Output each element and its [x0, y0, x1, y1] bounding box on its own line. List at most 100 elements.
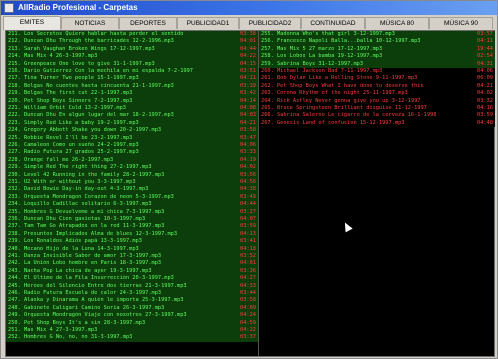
track-duration: 04:38: [240, 186, 256, 193]
playlist-row[interactable]: 219. Belgas The first cut 22-1-1997.mp3 0…: [6, 90, 258, 98]
playlist-row[interactable]: 220. Pet Shop Boys Sinners 7-2-1997.mp3 0…: [6, 97, 258, 105]
playlist-row[interactable]: 236. Duncan Dhu Cien gaviotas 10-3-1997.…: [6, 216, 258, 224]
playlist-row[interactable]: 213. Sarah Vaughan Broken Wings 17-12-19…: [6, 45, 258, 54]
track-duration: 04:19: [240, 156, 256, 163]
track-title: 241. Danza Invisible Sabor de amor 17-3-…: [8, 253, 162, 259]
playlist-row[interactable]: 242. La Unión Lobo hombre en París 18-3-…: [6, 260, 258, 268]
playlist-row[interactable]: 224. Gregory Abbott Shake you down 20-2-…: [6, 127, 258, 135]
track-duration: 03:33: [240, 149, 256, 156]
track-duration: 04:21: [240, 119, 256, 126]
playlist-row[interactable]: 231. U2 With or without you 3-3-1997.mp3…: [6, 179, 258, 187]
tab-publicidad1[interactable]: PUBLICIDAD1: [177, 17, 239, 29]
app-icon: [4, 3, 14, 13]
playlist-row[interactable]: 228. Orange fall me 26-2-1997.mp3 04:19: [6, 156, 258, 165]
playlist-row[interactable]: 227. Radio Futura 27 grados 25-2-1997.mp…: [6, 149, 258, 157]
playlist-row[interactable]: 225. Robbie Revel I'll be 23-2-1997.mp3 0…: [6, 134, 258, 142]
playlist-row[interactable]: 234. Loquillo Cadillac solitario 6-3-199…: [6, 201, 258, 209]
track-duration: 03:56: [240, 171, 256, 178]
playlist-row[interactable]: 260. Michael Jackson Bad 7-11-1997.mp3 04…: [259, 68, 495, 76]
track-duration: 02:54: [477, 53, 493, 60]
playlist-row[interactable]: 212. Duncan Dhu Through the barricades 1…: [6, 38, 258, 46]
track-duration: 04:22: [240, 53, 256, 60]
tab-deportes[interactable]: DEPORTES: [119, 17, 177, 29]
playlist-row[interactable]: 243. Nacha Pop La chica de ayer 19-3-199…: [6, 267, 258, 276]
track-title: 246. Radio Futura Escuela de calor 24-3-…: [8, 290, 162, 296]
playlist-row[interactable]: 235. Hombres G Devuelveme a mi chica 7-3…: [6, 208, 258, 216]
playlist-row[interactable]: 249. Orquesta Mondragón Viaje con nosotr…: [6, 312, 258, 320]
playlist-row[interactable]: 238. Presuntos Implicados Alma de blues …: [6, 230, 258, 239]
playlist-row[interactable]: 211. Los Secretos Quiero hablar hasta pe…: [6, 31, 258, 39]
track-title: 215. Greenpeace One love to give 31-1-19…: [8, 60, 155, 67]
track-duration: 04:21: [477, 82, 493, 89]
track-duration: 03:32: [477, 97, 493, 104]
playlist-row[interactable]: 230. Level 42 Running in the family 28-2…: [6, 171, 258, 179]
playlist-row[interactable]: 246. Radio Futura Escuela de calor 24-3-…: [6, 290, 258, 298]
track-title: 263. Corona Rhythm of the night 25-11-19…: [261, 90, 408, 97]
playlist-row[interactable]: 251. Mas Mix 4 27-3-1997.mp3 04:22: [6, 327, 258, 335]
playlist-row[interactable]: 221. William Orbit Cold 13-2-1997.mp3 04:…: [6, 105, 258, 113]
tab-noticias[interactable]: NOTICIAS: [61, 17, 119, 29]
track-duration: 03:27: [240, 208, 256, 215]
track-duration: 04:01: [240, 260, 256, 267]
track-title: 262. Pet Shop Boys What I have done to d…: [261, 82, 424, 89]
playlist-row[interactable]: 248. Gabinete Caligari Camino Soria 26-3…: [6, 304, 258, 313]
playlist-row[interactable]: 244. El Ultimo de la Fila Insurrección 2…: [6, 275, 258, 283]
title-bar[interactable]: AllRadio Profesional - Carpetas: [1, 1, 497, 15]
playlist-row[interactable]: 264. Rick Astley Never gonna give you up…: [259, 97, 495, 105]
playlist-row[interactable]: 250. Pet Shop Boys It's a sin 28-3-1997.…: [6, 319, 258, 327]
playlist-row[interactable]: 263. Corona Rhythm of the night 25-11-19…: [259, 90, 495, 98]
track-title: 214. Mas Mix 4 26-3-1997.mp3: [8, 53, 98, 60]
track-title: 234. Loquillo Cadillac solitario 6-3-199…: [8, 201, 152, 208]
track-duration: 04:24: [240, 312, 256, 319]
tab-musica-80[interactable]: MÚSICA 80: [365, 17, 429, 29]
track-title: 231. U2 With or without you 3-3-1997.mp3: [8, 179, 136, 185]
track-title: 219. Belgas The first cut 22-1-1997.mp3: [8, 90, 133, 97]
playlist-row[interactable]: 222. Duncan Dhu En algun lugar del mar 1…: [6, 112, 258, 120]
track-title: 258. Los Lobos La bamba 19-12-1997.mp3: [261, 53, 383, 60]
track-title: 259. Sabrina Boys 31-12-1997.mp3: [261, 60, 364, 67]
tab-publicidad2[interactable]: PUBLICIDAD2: [239, 17, 301, 29]
track-title: 238. Presuntos Implicados Alma de blues …: [8, 230, 178, 237]
playlist-row[interactable]: 233. Orquesta Mondragon Corazon de neon …: [6, 193, 258, 202]
track-duration: 03:51: [240, 68, 256, 74]
track-duration: 04:03: [240, 112, 256, 119]
track-title: 260. Michael Jackson Bad 7-11-1997.mp3: [261, 68, 383, 74]
playlist-row[interactable]: 247. Alaska y Dinarama A quién le import…: [6, 297, 258, 305]
track-title: 249. Orquesta Mondragón Viaje con nosotr…: [8, 312, 187, 319]
playlist-row[interactable]: 266. Sabrina Salerno Le cigarro de la ce…: [259, 112, 495, 120]
track-title: 256. Francesco Napoli Balla...balla 10-1…: [261, 38, 421, 45]
playlist-row[interactable]: 257. Mas Mix 5 27 marzo 17-12-1997.mp3 19…: [259, 45, 495, 54]
playlist-row[interactable]: 259. Sabrina Boys 31-12-1997.mp3 04:31: [259, 60, 495, 68]
playlist-row[interactable]: 261. Bob Dylan Like a Rolling Stone 9-11…: [259, 75, 495, 83]
playlist-row[interactable]: 239. Los Ronaldos Adiós papá 13-3-1997.m…: [6, 238, 258, 246]
track-duration: 03:39: [240, 82, 256, 89]
playlist-row[interactable]: 237. Tam Tam Go Atrapados en la red 11-3…: [6, 223, 258, 231]
playlist-row[interactable]: 267. Genesis Land of confusion 15-12-199…: [259, 119, 495, 128]
playlist-row[interactable]: 215. Greenpeace One love to give 31-1-19…: [6, 60, 258, 68]
playlist-row[interactable]: 258. Los Lobos La bamba 19-12-1997.mp3 02…: [259, 53, 495, 61]
playlist-row[interactable]: 216. Dario Gutierrez Con la mochila en m…: [6, 68, 258, 76]
playlist-row[interactable]: 240. Mecano Hijo de la Luna 14-3-1997.mp…: [6, 245, 258, 253]
playlist-row[interactable]: 223. Simply Red Like a baby 19-2-1997.mp…: [6, 119, 258, 128]
tab-emites[interactable]: EMITES: [3, 16, 61, 30]
track-title: 224. Gregory Abbott Shake you down 20-2-…: [8, 127, 162, 134]
tab-musica-90[interactable]: MÚSICA 90: [429, 17, 493, 29]
playlist-row[interactable]: 262. Pet Shop Boys What I have done to d…: [259, 82, 495, 91]
playlist-row[interactable]: 265. Bruce Springsteen Brilliant disguis…: [259, 105, 495, 113]
track-duration: 04:33: [240, 282, 256, 289]
track-title: 244. El Ultimo de la Fila Insurrección 2…: [8, 275, 174, 282]
playlist-row[interactable]: 241. Danza Invisible Sabor de amor 17-3-…: [6, 253, 258, 261]
playlist-row[interactable]: 245. Héroes del Silencio Entre dos tierr…: [6, 282, 258, 290]
playlist-row[interactable]: 256. Francesco Napoli Balla...balla 10-1…: [259, 38, 495, 46]
playlist-row[interactable]: 232. David Bowie Day-in day-out 4-3-1997…: [6, 186, 258, 194]
track-duration: 04:06: [240, 142, 256, 148]
playlist-row[interactable]: 217. Tina Turner Two people 15-1-1997.mp…: [6, 75, 258, 83]
playlist-row[interactable]: 226. Camaleon Como un sueño 24-2-1997.mp…: [6, 142, 258, 150]
playlist-row[interactable]: 255. Madonna Who's that girl 3-12-1997.m…: [259, 31, 495, 39]
playlist-row[interactable]: 218. Belgas No cuentes hasta cincuenta 2…: [6, 82, 258, 91]
playlist-row[interactable]: 214. Mas Mix 4 26-3-1997.mp3 04:22: [6, 53, 258, 61]
playlist-row[interactable]: 229. Simple Red The right thing 27-2-199…: [6, 164, 258, 172]
playlist-row[interactable]: 252. Hombres G No, no, no 31-3-1997.mp3 0…: [6, 334, 258, 342]
tab-continuidad[interactable]: CONTINUIDAD: [301, 17, 365, 29]
track-duration: 03:59: [477, 112, 493, 119]
